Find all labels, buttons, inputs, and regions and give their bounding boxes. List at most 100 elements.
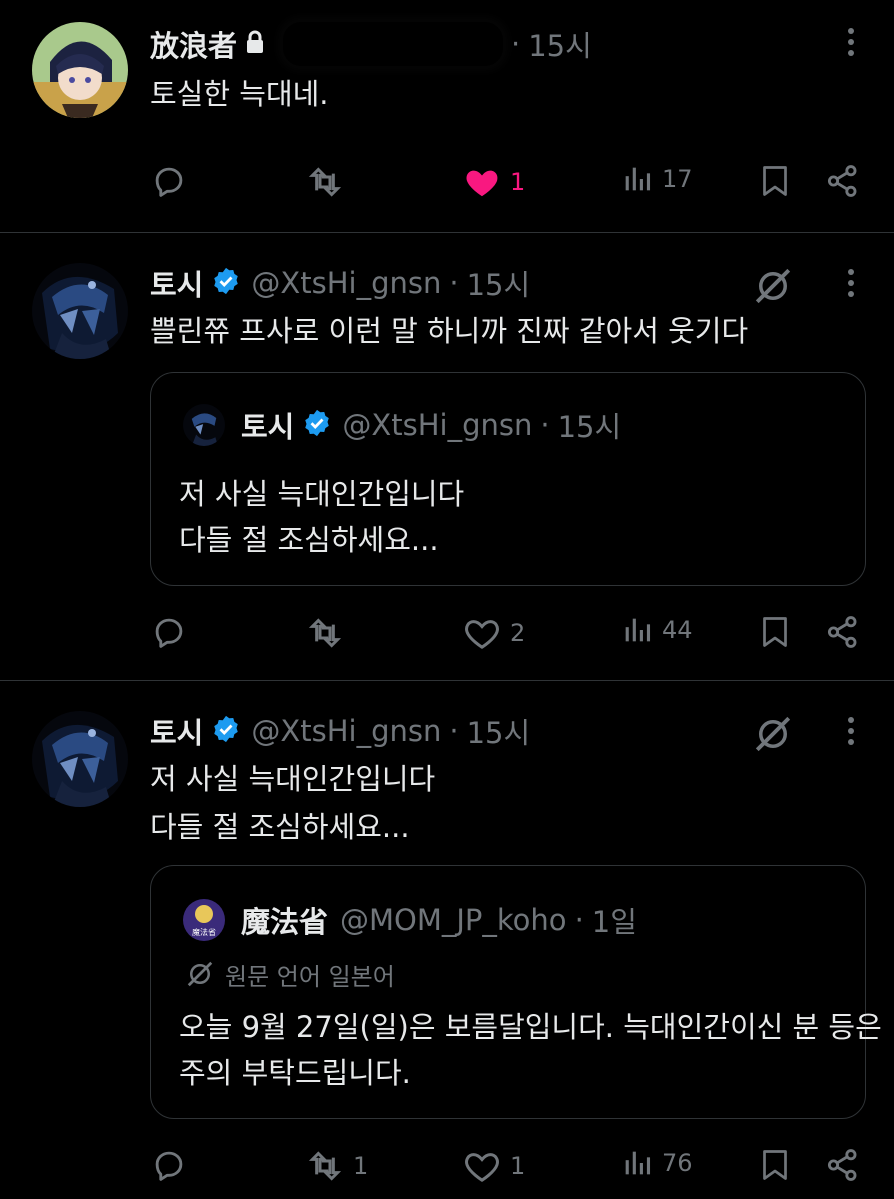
quote-timestamp: 15시 [557, 410, 622, 444]
avatar-image [32, 22, 128, 118]
views-button[interactable]: 76 [620, 1146, 693, 1180]
tweet-1[interactable]: 放浪者 · 15시 토실한 늑대네. 1 17 [0, 0, 894, 232]
timestamp[interactable]: 15시 [467, 710, 531, 752]
redacted-handle [283, 22, 504, 66]
grok-icon[interactable] [752, 265, 794, 311]
tweet-text: 쁠린쮸 프사로 이런 말 하니까 진짜 같아서 웃기다 [150, 314, 749, 348]
heart-icon [465, 620, 499, 649]
grok-translate-icon [187, 961, 213, 987]
handle[interactable]: @XtsHi_gnsn [251, 714, 441, 748]
tweet-text-line-1: 저 사실 늑대인간입니다 [150, 762, 436, 796]
avatar-image [32, 263, 128, 359]
like-button[interactable]: 1 [462, 1146, 525, 1186]
display-name[interactable]: 토시 [150, 262, 203, 304]
tweet-text: 토실한 늑대네. [150, 77, 329, 111]
quote-handle: @XtsHi_gnsn [342, 408, 533, 442]
retweet-button[interactable] [305, 162, 345, 202]
like-button[interactable]: 1 [462, 162, 525, 202]
reply-button[interactable] [150, 613, 188, 651]
tweet-3[interactable]: 토시 @XtsHi_gnsn · 15시 저 사실 늑대인간입니다 다들 절 조… [0, 681, 894, 1199]
tweet-2[interactable]: 토시 @XtsHi_gnsn · 15시 쁠린쮸 프사로 이런 말 하니까 진짜… [0, 233, 894, 680]
quote-text-line-1: 저 사실 늑대인간입니다 [179, 477, 465, 511]
views-button[interactable]: 44 [620, 613, 693, 647]
retweet-button[interactable]: 1 [305, 1146, 368, 1186]
more-options-icon[interactable] [846, 717, 856, 750]
share-button[interactable] [824, 1146, 862, 1184]
display-name[interactable]: 放浪者 [150, 23, 237, 65]
lock-icon [245, 30, 265, 58]
quote-handle: @MOM_JP_koho [340, 903, 567, 937]
action-bar: 2 44 [0, 613, 894, 657]
avatar[interactable] [32, 22, 128, 118]
more-options-icon[interactable] [846, 269, 856, 302]
bookmark-icon [763, 617, 787, 647]
action-bar: 1 1 76 [0, 1146, 894, 1190]
views-icon [625, 618, 651, 642]
reply-icon [155, 618, 183, 648]
view-count: 17 [662, 165, 693, 193]
retweet-icon [308, 618, 342, 648]
quote-display-name: 魔法省 [241, 905, 329, 939]
quoted-tweet[interactable]: 魔法省 魔法省 @MOM_JP_koho · 1일 원문 언어 일본어 오늘 9… [150, 865, 882, 1119]
quoted-tweet[interactable]: 토시 @XtsHi_gnsn · 15시 저 사실 늑대인간입니다 다들 절 조… [150, 372, 866, 586]
bookmark-button[interactable] [757, 613, 793, 651]
bookmark-button[interactable] [757, 1146, 793, 1184]
avatar[interactable] [32, 263, 128, 359]
timestamp[interactable]: 15시 [528, 23, 592, 65]
like-count: 2 [510, 619, 526, 647]
views-icon [625, 1151, 651, 1175]
reply-icon [155, 167, 183, 197]
bookmark-icon [763, 166, 787, 196]
reply-button[interactable] [150, 162, 188, 200]
retweet-icon [308, 1151, 342, 1181]
like-button[interactable]: 2 [462, 613, 525, 653]
retweet-icon [308, 167, 342, 197]
bookmark-icon [763, 1150, 787, 1180]
action-bar: 1 17 [0, 162, 894, 206]
quote-header: 魔法省 魔法省 @MOM_JP_koho · 1일 [183, 898, 637, 942]
retweet-button[interactable] [305, 613, 345, 653]
share-icon [827, 1149, 857, 1181]
reply-button[interactable] [150, 1146, 188, 1184]
tweet-header: 토시 @XtsHi_gnsn · 15시 [150, 261, 530, 305]
view-count: 44 [662, 616, 693, 644]
quote-avatar [183, 404, 225, 446]
display-name[interactable]: 토시 [150, 710, 203, 752]
bookmark-button[interactable] [757, 162, 793, 200]
avatar[interactable] [32, 711, 128, 807]
share-icon [827, 165, 857, 197]
quote-text-line-2: 다들 절 조심하세요... [179, 523, 439, 557]
quote-text-line-1: 오늘 9월 27일(일)은 보름달입니다. 늑대인간이신 분 등은 [179, 1010, 882, 1044]
like-count: 1 [510, 1152, 526, 1180]
heart-icon [465, 1153, 499, 1182]
share-button[interactable] [824, 162, 862, 200]
share-button[interactable] [824, 613, 862, 651]
tweet-header: 토시 @XtsHi_gnsn · 15시 [150, 709, 530, 753]
translation-text: 원문 언어 일본어 [225, 962, 395, 991]
retweet-count: 1 [353, 1152, 369, 1180]
quote-avatar: 魔法省 [183, 899, 225, 941]
tweet-text-line-2: 다들 절 조심하세요... [150, 810, 410, 844]
svg-text:魔法省: 魔法省 [192, 927, 216, 937]
views-icon [625, 167, 651, 191]
verified-badge-icon [302, 408, 332, 442]
views-button[interactable]: 17 [620, 162, 693, 196]
quote-display-name: 토시 [241, 410, 295, 444]
more-options-icon[interactable] [846, 28, 856, 61]
translation-label: 원문 언어 일본어 [185, 956, 395, 992]
verified-badge-icon [211, 266, 241, 300]
timestamp[interactable]: 15시 [467, 262, 531, 304]
grok-icon[interactable] [752, 713, 794, 759]
avatar-image [32, 711, 128, 807]
view-count: 76 [662, 1149, 693, 1177]
like-count: 1 [510, 168, 526, 196]
tweet-header: 放浪者 · 15시 [150, 22, 592, 66]
heart-filled-icon [466, 170, 498, 197]
quote-text-line-2: 주의 부탁드립니다. [179, 1056, 411, 1090]
share-icon [827, 616, 857, 648]
verified-badge-icon [211, 714, 241, 748]
quote-timestamp: 1일 [591, 905, 637, 939]
handle[interactable]: @XtsHi_gnsn [251, 266, 441, 300]
reply-icon [155, 1151, 183, 1181]
quote-header: 토시 @XtsHi_gnsn · 15시 [183, 403, 621, 447]
